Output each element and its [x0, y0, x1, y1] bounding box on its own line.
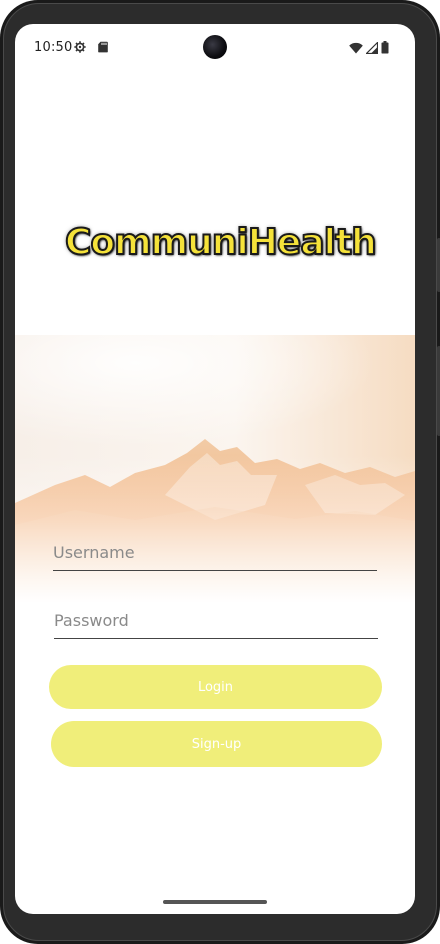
- device-frame: 10:50 CommuniHealth Username Login Sign-…: [0, 0, 440, 944]
- battery-icon: [381, 41, 389, 54]
- status-bar: 10:50: [15, 24, 415, 72]
- login-button[interactable]: Login: [49, 665, 382, 709]
- front-camera: [203, 35, 227, 59]
- app-logo: CommuniHealth: [64, 221, 378, 264]
- status-time: 10:50: [34, 40, 73, 55]
- status-icons: [349, 41, 389, 54]
- signal-icon: [366, 41, 378, 54]
- wifi-icon: [349, 42, 363, 53]
- home-indicator[interactable]: [163, 900, 267, 904]
- sd-card-icon: [98, 41, 108, 53]
- signup-button[interactable]: Sign-up: [51, 721, 382, 767]
- username-input[interactable]: [53, 535, 377, 571]
- phone-screen: 10:50 CommuniHealth Username Login Sign-…: [15, 24, 415, 914]
- settings-icon: [74, 41, 86, 53]
- password-input[interactable]: [54, 603, 378, 639]
